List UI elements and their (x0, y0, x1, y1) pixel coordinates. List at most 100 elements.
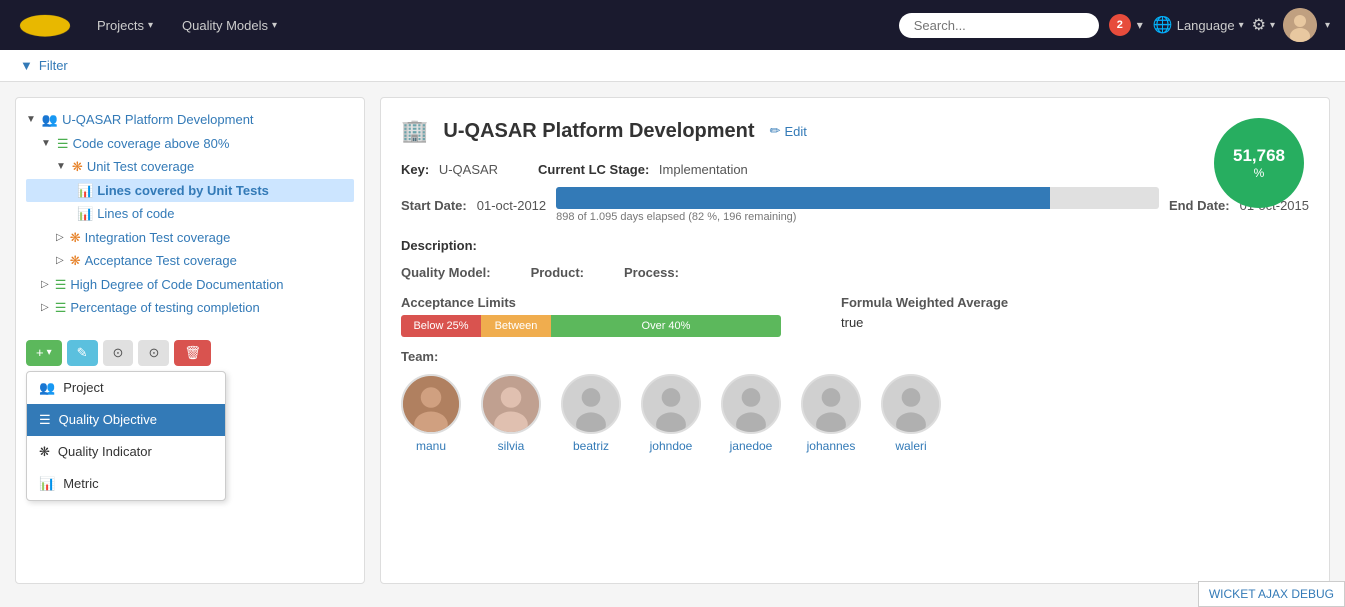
root-label: U-QASAR Platform Development (62, 110, 253, 130)
avatar-waleri[interactable] (881, 374, 941, 434)
process-label: Process: (624, 265, 679, 280)
formula-value: true (841, 315, 1008, 330)
sidebar-tree: ▼ 👥 U-QASAR Platform Development ▼ ☰ Cod… (15, 97, 365, 584)
move-down-button[interactable]: ⊙ (138, 340, 169, 366)
projects-chevron: ▾ (148, 20, 153, 31)
dropdown-metric[interactable]: 📊 Metric (27, 468, 225, 500)
edit-icon: ✎ (77, 345, 88, 360)
code-coverage-label: Code coverage above 80% (73, 134, 230, 154)
projects-label: Projects (97, 18, 144, 33)
language-label: Language (1177, 18, 1235, 33)
member-name-silvia: silvia (498, 439, 525, 453)
end-date-label: End Date: (1169, 198, 1230, 213)
team-section: Team: manu (401, 349, 1309, 453)
high-degree-arrow: ▷ (41, 277, 49, 292)
dropdown-quality-objective[interactable]: ☰ Quality Objective (27, 404, 225, 436)
tree-item-lines-of-code[interactable]: 📊 Lines of code (26, 202, 354, 226)
bar-between-label: Between (495, 320, 538, 332)
tree-item-code-coverage[interactable]: ▼ ☰ Code coverage above 80% (26, 132, 354, 156)
team-member-waleri: waleri (881, 374, 941, 453)
dropdown-quality-indicator[interactable]: ❋ Quality Indicator (27, 436, 225, 468)
dropdown-project[interactable]: 👥 Project (27, 372, 225, 404)
tree-item-integration-test[interactable]: ▷ ❋ Integration Test coverage (26, 226, 354, 250)
tree-item-lines-covered[interactable]: 📊 Lines covered by Unit Tests (26, 179, 354, 203)
filter-icon: ▼ (20, 58, 33, 73)
bar-below-25: Below 25% (401, 315, 481, 337)
quality-model-field: Quality Model: (401, 265, 491, 280)
team-member-manu: manu (401, 374, 461, 453)
delete-button[interactable]: 🗑 (174, 340, 211, 366)
code-coverage-icon: ☰ (57, 134, 69, 154)
lc-stage-value: Implementation (659, 162, 748, 177)
tree-item-acceptance-test[interactable]: ▷ ❋ Acceptance Test coverage (26, 249, 354, 273)
add-button[interactable]: + ▾ (26, 340, 62, 366)
settings-chevron: ▾ (1270, 20, 1275, 31)
product-field: Product: (531, 265, 584, 280)
globe-icon: 🌐 (1153, 15, 1173, 35)
quality-obj-menu-icon: ☰ (39, 412, 51, 428)
team-member-beatriz: beatriz (561, 374, 621, 453)
projects-nav-link[interactable]: Projects ▾ (85, 12, 165, 39)
team-member-silvia: silvia (481, 374, 541, 453)
filter-label[interactable]: Filter (39, 58, 68, 73)
acceptance-limits-col: Acceptance Limits Below 25% Between Over… (401, 295, 781, 337)
lines-covered-label: Lines covered by Unit Tests (97, 181, 269, 201)
process-field: Process: (624, 265, 679, 280)
dropdown-quality-indicator-label: Quality Indicator (58, 444, 152, 459)
key-field: Key: U-QASAR (401, 162, 498, 177)
root-project-icon: 👥 (42, 110, 58, 130)
edit-project-button[interactable]: ✏ Edit (770, 123, 807, 139)
notification-badge[interactable]: 2 (1109, 14, 1131, 36)
avatar-beatriz[interactable] (561, 374, 621, 434)
avatar-chevron: ▾ (1325, 20, 1330, 31)
up-icon: ⊙ (113, 345, 124, 360)
team-avatars: manu silvia (401, 374, 1309, 453)
acceptance-limits-label: Acceptance Limits (401, 295, 781, 310)
key-label: Key: (401, 162, 429, 177)
description-label: Description: (401, 238, 477, 253)
acceptance-arrow: ▷ (56, 253, 64, 268)
avatar-silvia[interactable] (481, 374, 541, 434)
wicket-debug-button[interactable]: WICKET AJAX DEBUG (1198, 581, 1345, 607)
main-panel: 51,768 % 🏢 U-QASAR Platform Development … (380, 97, 1330, 584)
user-avatar[interactable] (1283, 8, 1317, 42)
progress-text: 898 of 1.095 days elapsed (82 %, 196 rem… (556, 211, 1159, 223)
team-label: Team: (401, 349, 1309, 364)
progress-bar (556, 187, 1159, 209)
avatar-manu[interactable] (401, 374, 461, 434)
unit-test-label: Unit Test coverage (87, 157, 194, 177)
percentage-icon: ☰ (55, 298, 67, 318)
lc-stage-label: Current LC Stage: (538, 162, 649, 177)
avatar-johndoe[interactable] (641, 374, 701, 434)
high-degree-label: High Degree of Code Documentation (70, 275, 283, 295)
quality-models-nav-link[interactable]: Quality Models ▾ (170, 12, 289, 39)
add-icon: + (36, 345, 44, 360)
lines-code-label: Lines of code (97, 204, 174, 224)
tree-item-unit-test[interactable]: ▼ ❋ Unit Test coverage (26, 155, 354, 179)
search-input[interactable] (899, 13, 1099, 38)
add-dropdown-menu: 👥 Project ☰ Quality Objective ❋ Quality … (26, 371, 226, 501)
move-up-button[interactable]: ⊙ (103, 340, 134, 366)
wicket-debug-label: WICKET AJAX DEBUG (1209, 587, 1334, 601)
percentage-label: Percentage of testing completion (70, 298, 259, 318)
notification-chevron: ▾ (1137, 18, 1143, 32)
tree-root-item[interactable]: ▼ 👥 U-QASAR Platform Development (26, 108, 354, 132)
member-name-janedoe: janedoe (730, 439, 773, 453)
bar-over-40: Over 40% (551, 315, 781, 337)
settings-button[interactable]: ⚙ ▾ (1252, 15, 1275, 35)
tree-item-percentage-testing[interactable]: ▷ ☰ Percentage of testing completion (26, 296, 354, 320)
search-area: 2 ▾ 🌐 Language ▾ ⚙ ▾ ▾ (899, 8, 1330, 42)
key-value: U-QASAR (439, 162, 498, 177)
dropdown-metric-label: Metric (63, 476, 98, 491)
tree-item-high-degree[interactable]: ▷ ☰ High Degree of Code Documentation (26, 273, 354, 297)
top-right-controls: 🌐 Language ▾ ⚙ ▾ ▾ (1153, 8, 1330, 42)
avatar-janedoe[interactable] (721, 374, 781, 434)
logo[interactable] (15, 10, 75, 40)
edit-button[interactable]: ✎ (67, 340, 98, 366)
down-icon: ⊙ (148, 345, 159, 360)
avatar-johannes[interactable] (801, 374, 861, 434)
lines-code-icon: 📊 (77, 204, 93, 224)
acceptance-icon: ❋ (70, 251, 81, 271)
gear-icon: ⚙ (1252, 15, 1266, 35)
language-button[interactable]: 🌐 Language ▾ (1153, 15, 1244, 35)
